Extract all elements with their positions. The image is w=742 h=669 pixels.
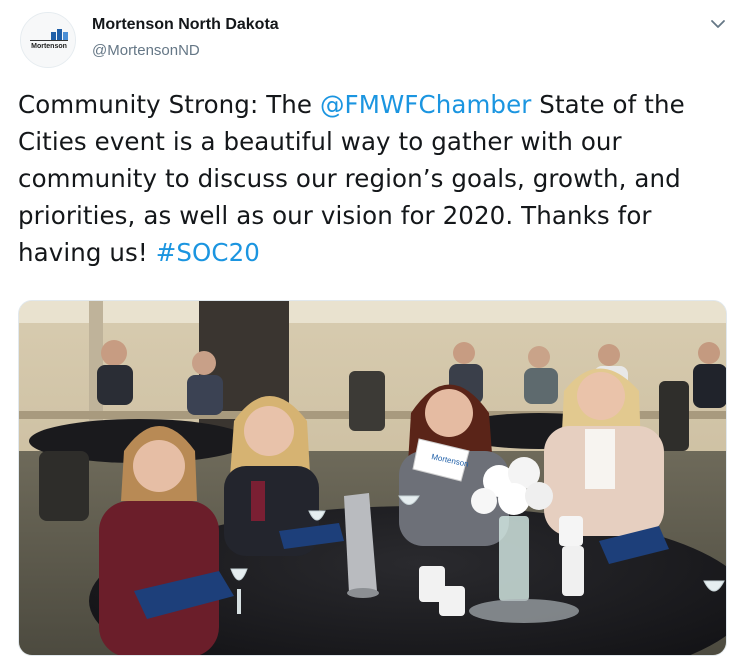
event-photo-image: Mortenson (19, 301, 726, 655)
tweet-text: Community Strong: The @FMWFChamber State… (18, 86, 718, 271)
chevron-down-icon[interactable] (708, 16, 728, 32)
mortenson-logo-icon: Mortenson (21, 13, 75, 67)
tweet-header: Mortenson Mortenson North Dakota @Morten… (0, 0, 742, 80)
tweet-text-part: Community Strong: The (18, 90, 320, 119)
hashtag-link[interactable]: #SOC20 (156, 238, 260, 267)
mention-link[interactable]: @FMWFChamber (320, 90, 531, 119)
tweet-photo[interactable]: Mortenson (18, 300, 727, 656)
logo-text: Mortenson (31, 43, 67, 50)
avatar[interactable]: Mortenson (20, 12, 76, 68)
display-name[interactable]: Mortenson North Dakota (92, 16, 279, 34)
account-handle[interactable]: @MortensonND (92, 42, 200, 59)
